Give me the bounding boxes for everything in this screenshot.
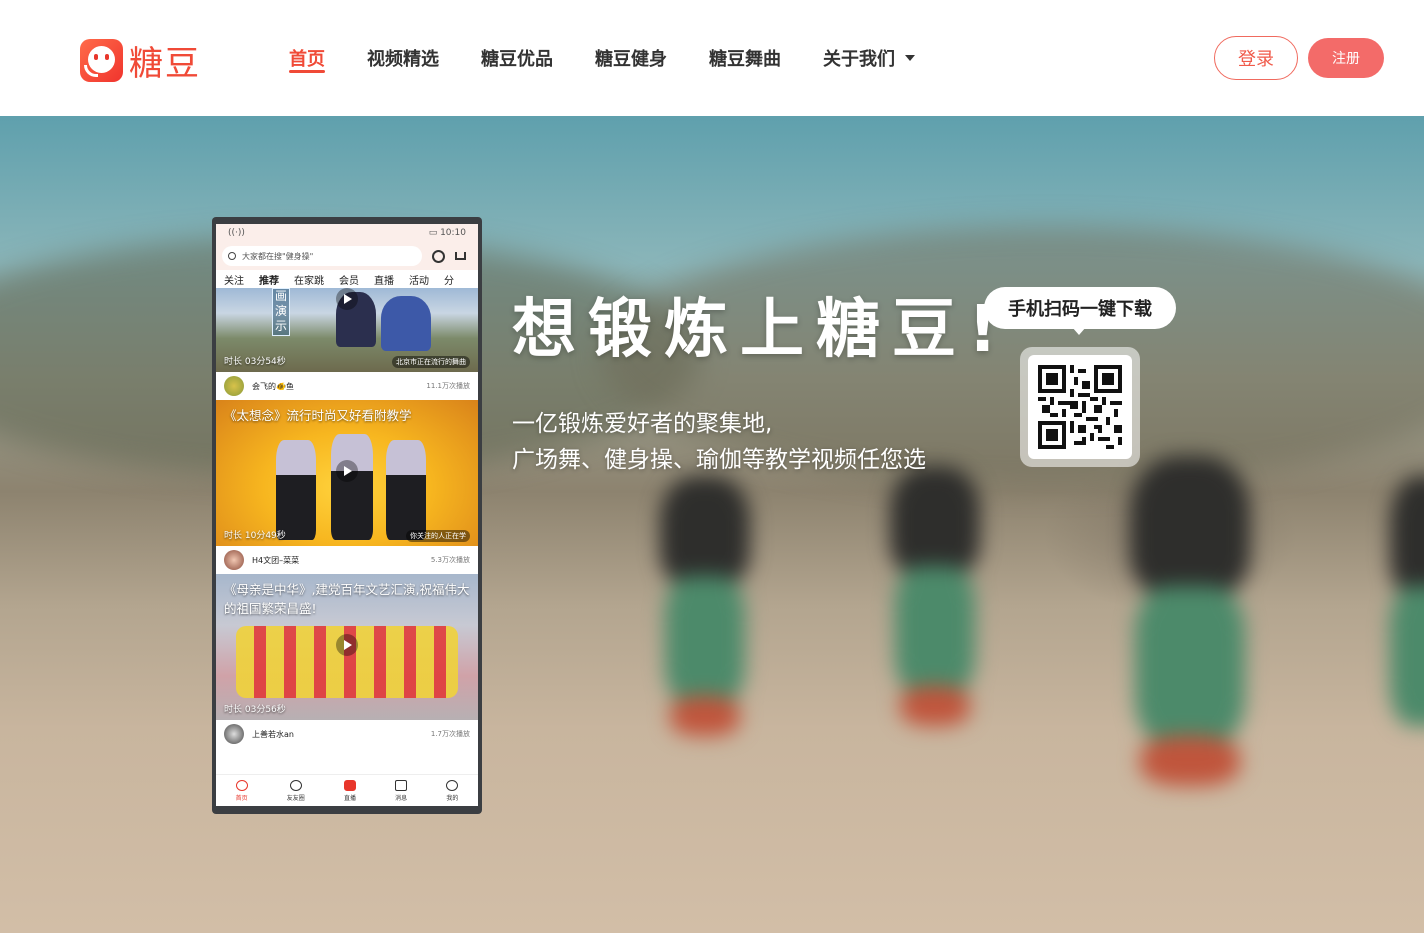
phone-search-input[interactable]: 大家都在搜"健身操"	[222, 246, 422, 266]
video-thumb-1-dancer	[381, 296, 431, 351]
avatar	[224, 376, 244, 396]
phone-nav-me[interactable]: 我的	[446, 779, 459, 802]
video-author: H4文团–菜菜	[252, 555, 300, 565]
video-title: 《母亲是中华》,建党百年文艺汇演,祝福伟大的祖国繁荣昌盛!	[224, 582, 470, 616]
top-header: 糖豆 首页 视频精选 糖豆优品 糖豆健身 糖豆舞曲 关于我们 登录 注册	[0, 0, 1424, 116]
video-views: 1.7万次播放	[430, 730, 470, 738]
video-thumb-1-caption: 画演示	[272, 288, 290, 336]
phone-nav-messages-label: 消息	[395, 794, 408, 802]
nav-item-shop[interactable]: 糖豆优品	[481, 45, 553, 75]
phone-nav-friends[interactable]: 友友圈	[286, 779, 305, 802]
video-duration: 时长 03分54秒	[224, 357, 286, 367]
play-icon[interactable]	[336, 288, 358, 310]
qr-code	[1028, 355, 1132, 459]
phone-tab-home-dance[interactable]: 在家跳	[294, 272, 324, 287]
phone-time: ▭ 10:10	[429, 228, 466, 238]
video-author: 会飞的🐠鱼	[252, 381, 294, 391]
main-nav: 首页 视频精选 糖豆优品 糖豆健身 糖豆舞曲 关于我们	[289, 45, 957, 75]
qr-code-icon	[1038, 365, 1122, 449]
avatar	[224, 724, 244, 744]
phone-search-placeholder: 大家都在搜"健身操"	[242, 251, 314, 261]
nav-item-video-picks[interactable]: 视频精选	[367, 45, 439, 75]
video-tag: 北京市正在流行的舞曲	[392, 356, 470, 368]
record-icon[interactable]	[432, 249, 445, 263]
video-thumb-2-dancer	[386, 440, 426, 540]
nav-item-home[interactable]: 首页	[289, 45, 325, 75]
phone-nav-home[interactable]: 首页	[235, 779, 248, 802]
qr-code-card[interactable]	[1020, 347, 1140, 467]
tv-icon	[343, 779, 356, 791]
nav-item-about[interactable]: 关于我们	[823, 45, 915, 75]
hero-slogan: 想锻炼上糖豆!	[512, 293, 1010, 367]
wifi-icon: ((·))	[228, 228, 245, 238]
video-views: 5.3万次播放	[430, 556, 470, 564]
bg-dancer	[1120, 396, 1260, 816]
smile-icon	[289, 779, 302, 791]
register-button[interactable]: 注册	[1308, 38, 1384, 78]
play-icon[interactable]	[336, 634, 358, 656]
phone-time-text: 10:10	[440, 228, 466, 238]
hero-subtitle-line2: 广场舞、健身操、瑜伽等教学视频任您选	[512, 447, 926, 473]
phone-status-bar: ((·)) ▭ 10:10	[216, 224, 478, 242]
tangdou-logo-icon	[80, 39, 123, 82]
phone-tab-live[interactable]: 直播	[374, 272, 394, 287]
video-user-row[interactable]: 上善若水an 1.7万次播放	[216, 720, 478, 748]
site-logo[interactable]: 糖豆	[80, 36, 201, 85]
video-thumb-2-dancer	[276, 440, 316, 540]
phone-screen: ((·)) ▭ 10:10 大家都在搜"健身操" 关注 推荐 在家跳 会员 直播…	[216, 224, 478, 806]
phone-nav-me-label: 我的	[446, 794, 459, 802]
phone-nav-live[interactable]: 直播	[343, 779, 356, 802]
hero-subtitle-line1: 一亿锻炼爱好者的聚集地,	[512, 411, 773, 437]
phone-nav-friends-label: 友友圈	[286, 794, 305, 802]
phone-tab-member[interactable]: 会员	[339, 272, 359, 287]
play-icon[interactable]	[336, 460, 358, 482]
phone-tab-recommend[interactable]: 推荐	[259, 272, 279, 291]
phone-tab-follow[interactable]: 关注	[224, 272, 244, 287]
avatar	[224, 550, 244, 570]
video-thumb-2-dancer	[331, 434, 373, 540]
phone-nav-home-label: 首页	[235, 794, 248, 802]
login-button[interactable]: 登录	[1214, 36, 1298, 80]
phone-tab-events[interactable]: 活动	[409, 272, 429, 287]
home-icon	[235, 779, 248, 791]
video-card-1[interactable]: 画演示 时长 03分54秒 北京市正在流行的舞曲	[216, 288, 478, 372]
qr-download-prompt: 手机扫码一键下载	[984, 287, 1176, 335]
search-icon	[228, 252, 236, 260]
nav-item-fitness[interactable]: 糖豆健身	[595, 45, 667, 75]
chevron-down-icon	[905, 55, 915, 61]
hero-banner: ((·)) ▭ 10:10 大家都在搜"健身操" 关注 推荐 在家跳 会员 直播…	[0, 116, 1424, 933]
phone-bottom-nav: 首页 友友圈 直播 消息 我的	[216, 774, 478, 806]
video-duration: 时长 03分56秒	[224, 705, 286, 715]
video-title: 《太想念》流行时尚又好看附教学	[224, 408, 412, 423]
video-user-row[interactable]: H4文团–菜菜 5.3万次播放	[216, 546, 478, 574]
user-icon	[446, 779, 459, 791]
video-duration: 时长 10分49秒	[224, 531, 286, 541]
phone-mockup: ((·)) ▭ 10:10 大家都在搜"健身操" 关注 推荐 在家跳 会员 直播…	[212, 217, 482, 814]
hero-subtitle: 一亿锻炼爱好者的聚集地, 广场舞、健身操、瑜伽等教学视频任您选	[512, 406, 926, 478]
logo-text: 糖豆	[129, 44, 201, 84]
video-author: 上善若水an	[252, 729, 294, 739]
video-views: 11.1万次播放	[426, 382, 470, 390]
video-tag: 你关注的人正在学	[406, 530, 470, 542]
nav-item-dance-music[interactable]: 糖豆舞曲	[709, 45, 781, 75]
bg-dancer	[1380, 416, 1424, 776]
phone-search-row: 大家都在搜"健身操"	[216, 242, 478, 270]
video-user-row[interactable]: 会飞的🐠鱼 11.1万次播放	[216, 372, 478, 400]
mail-icon	[395, 779, 408, 791]
phone-nav-live-label: 直播	[343, 794, 356, 802]
video-card-2[interactable]: 《太想念》流行时尚又好看附教学 时长 10分49秒 你关注的人正在学	[216, 400, 478, 546]
phone-tab-row: 关注 推荐 在家跳 会员 直播 活动 分	[216, 270, 478, 291]
video-card-3[interactable]: 《母亲是中华》,建党百年文艺汇演,祝福伟大的祖国繁荣昌盛! 时长 03分56秒	[216, 574, 478, 720]
download-icon[interactable]	[455, 252, 466, 260]
battery-icon: ▭	[428, 228, 441, 238]
nav-about-label: 关于我们	[823, 49, 895, 70]
phone-tab-more[interactable]: 分	[444, 272, 454, 287]
phone-nav-messages[interactable]: 消息	[395, 779, 408, 802]
